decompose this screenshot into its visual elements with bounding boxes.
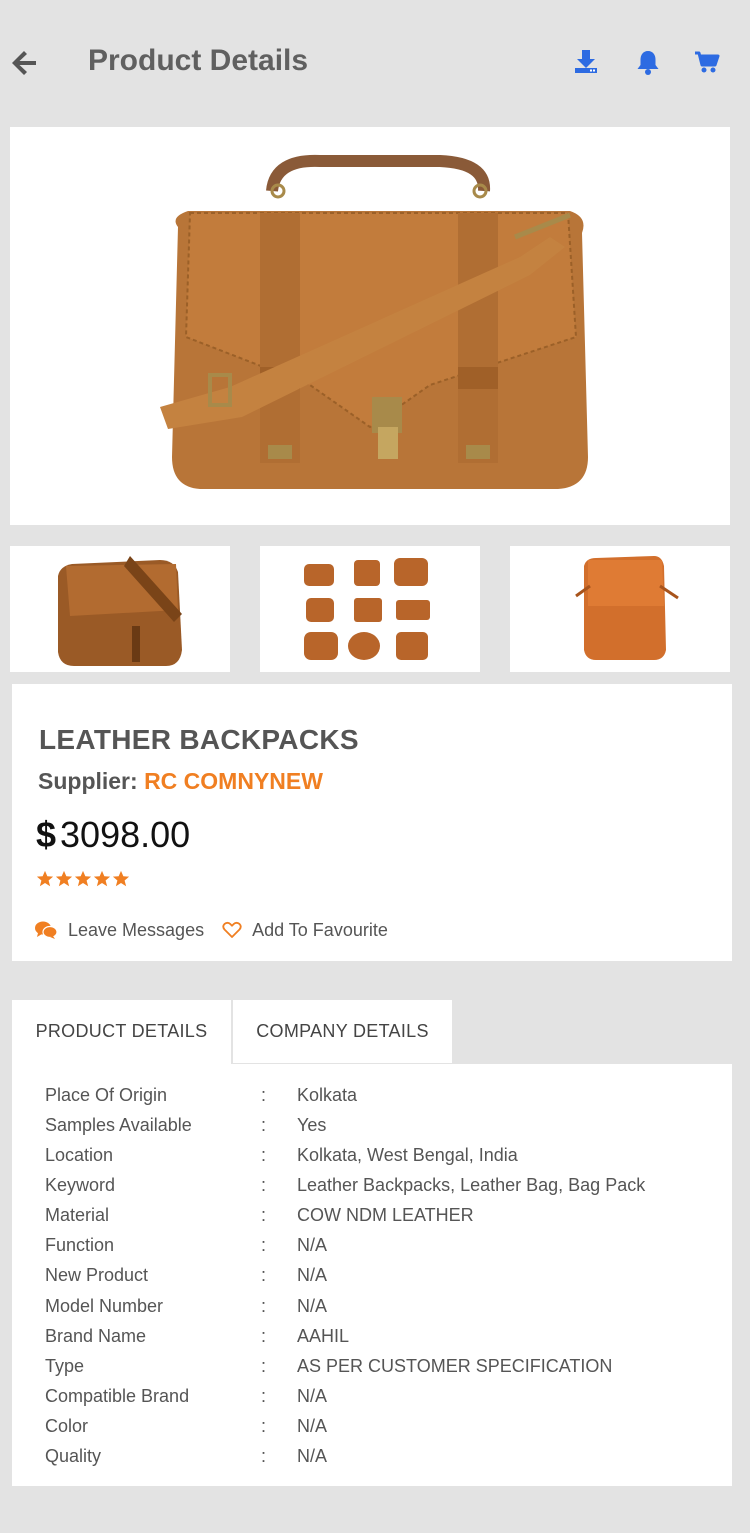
- detail-row: Compatible Brand: N/A: [12, 1381, 732, 1411]
- rating-stars: [36, 870, 131, 888]
- detail-label: Type: [45, 1355, 85, 1376]
- product-name: LEATHER BACKPACKS: [39, 724, 359, 755]
- detail-separator: :: [261, 1205, 267, 1226]
- detail-value: N/A: [297, 1415, 328, 1436]
- detail-value: N/A: [297, 1385, 328, 1406]
- details-tabs: PRODUCT DETAILS COMPANY DETAILS: [12, 1000, 452, 1064]
- detail-row: Location: Kolkata, West Bengal, India: [12, 1140, 732, 1170]
- star-icon: [74, 870, 92, 887]
- app-header: Product Details: [0, 0, 750, 126]
- detail-separator: :: [261, 1445, 267, 1466]
- leave-messages-button[interactable]: Leave Messages: [34, 920, 204, 941]
- download-icon[interactable]: [572, 48, 600, 76]
- thumbnail-2[interactable]: [260, 546, 480, 672]
- thumbnail-3[interactable]: [510, 546, 730, 672]
- action-row: Leave Messages Add To Favourite: [34, 918, 388, 942]
- bell-icon[interactable]: [634, 48, 662, 76]
- detail-row: Brand Name: AAHIL: [12, 1321, 732, 1351]
- detail-row: New Product: N/A: [12, 1260, 732, 1290]
- detail-value: AS PER CUSTOMER SPECIFICATION: [297, 1355, 613, 1376]
- detail-separator: :: [261, 1415, 267, 1436]
- back-arrow-icon[interactable]: [10, 48, 38, 78]
- price-value: 3098.00: [60, 814, 191, 855]
- tab-company-details[interactable]: COMPANY DETAILS: [233, 1000, 452, 1064]
- detail-separator: :: [261, 1115, 267, 1136]
- detail-separator: :: [261, 1385, 267, 1406]
- chat-icon: [35, 921, 58, 939]
- page-title: Product Details: [88, 44, 309, 77]
- detail-separator: :: [261, 1145, 267, 1166]
- currency-symbol: $: [36, 814, 57, 855]
- detail-value: Yes: [297, 1115, 327, 1136]
- detail-separator: :: [261, 1355, 267, 1376]
- detail-value: AAHIL: [297, 1325, 350, 1346]
- detail-separator: :: [261, 1175, 267, 1196]
- detail-label: Samples Available: [45, 1115, 192, 1136]
- product-info-card: LEATHER BACKPACKS Supplier: RC COMNYNEW …: [12, 684, 732, 961]
- detail-row: Quality: N/A: [12, 1441, 732, 1471]
- detail-value: N/A: [297, 1295, 328, 1316]
- detail-label: Brand Name: [45, 1325, 147, 1346]
- detail-label: Color: [45, 1415, 89, 1436]
- detail-value: Kolkata: [297, 1085, 358, 1105]
- add-favourite-label: Add To Favourite: [252, 919, 388, 940]
- detail-separator: :: [261, 1265, 267, 1286]
- supplier-label: Supplier:: [38, 768, 138, 794]
- supplier-name[interactable]: RC COMNYNEW: [144, 768, 323, 794]
- detail-row: Model Number: N/A: [12, 1291, 732, 1321]
- detail-label: Quality: [45, 1445, 102, 1466]
- detail-separator: :: [261, 1325, 267, 1346]
- detail-row: Material: COW NDM LEATHER: [12, 1200, 732, 1230]
- detail-value: N/A: [297, 1445, 328, 1466]
- detail-row: Place Of Origin: Kolkata: [12, 1080, 732, 1110]
- detail-value: N/A: [297, 1235, 328, 1256]
- detail-label: Material: [45, 1205, 110, 1226]
- star-icon: [112, 870, 130, 887]
- detail-value: N/A: [297, 1265, 328, 1286]
- add-favourite-button[interactable]: Add To Favourite: [222, 920, 388, 941]
- detail-label: Function: [45, 1235, 115, 1256]
- thumbnail-1[interactable]: [10, 546, 230, 672]
- detail-label: Model Number: [45, 1295, 164, 1316]
- tab-product-details[interactable]: PRODUCT DETAILS: [12, 1000, 231, 1064]
- detail-row: Type: AS PER CUSTOMER SPECIFICATION: [12, 1351, 732, 1381]
- detail-row: Keyword: Leather Backpacks, Leather Bag, …: [12, 1170, 732, 1200]
- detail-value: Kolkata, West Bengal, India: [297, 1145, 518, 1166]
- detail-value: COW NDM LEATHER: [297, 1205, 474, 1226]
- detail-label: Location: [45, 1145, 114, 1166]
- star-icon: [93, 870, 111, 887]
- main-product-image[interactable]: [10, 127, 730, 525]
- detail-label: Keyword: [45, 1175, 116, 1196]
- detail-row: Function: N/A: [12, 1230, 732, 1260]
- cart-icon[interactable]: [693, 48, 721, 76]
- detail-label: Place Of Origin: [45, 1085, 168, 1105]
- star-icon: [55, 870, 73, 887]
- detail-separator: :: [261, 1085, 267, 1105]
- details-table: Place Of Origin: Kolkata Samples Available…: [12, 1064, 732, 1486]
- leave-messages-label: Leave Messages: [68, 919, 205, 940]
- heart-icon: [222, 921, 242, 938]
- product-price: $3098.00: [36, 814, 190, 856]
- supplier: Supplier: RC COMNYNEW: [38, 768, 323, 795]
- detail-separator: :: [261, 1295, 267, 1316]
- detail-label: New Product: [45, 1265, 149, 1286]
- detail-separator: :: [261, 1235, 267, 1256]
- detail-row: Samples Available: Yes: [12, 1110, 732, 1140]
- detail-value: Leather Backpacks, Leather Bag, Bag Pack: [297, 1175, 646, 1196]
- detail-row: Color: N/A: [12, 1411, 732, 1441]
- star-icon: [36, 870, 54, 887]
- detail-label: Compatible Brand: [45, 1385, 190, 1406]
